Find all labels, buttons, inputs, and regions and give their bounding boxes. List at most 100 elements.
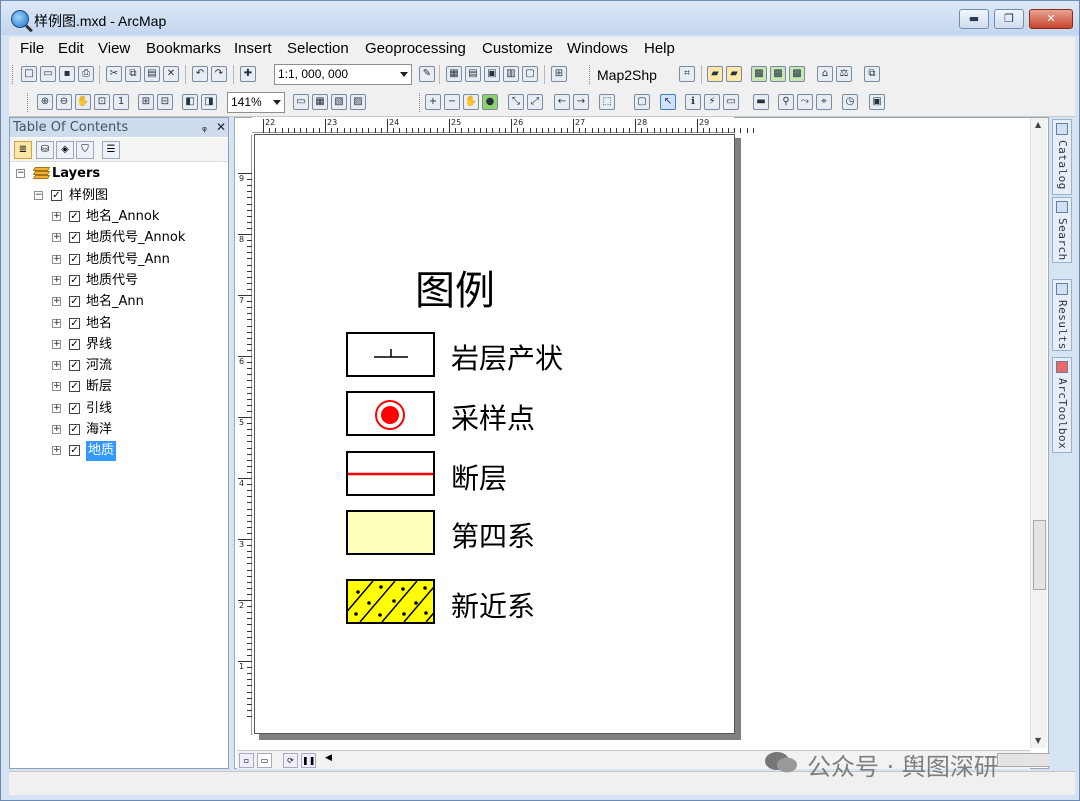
layer-checkbox[interactable]: ✓ xyxy=(69,360,80,372)
fixed-zoom-in-icon[interactable]: ⊞ xyxy=(138,94,154,110)
layer-checkbox[interactable]: ✓ xyxy=(69,402,80,414)
redo-icon[interactable]: ↷ xyxy=(211,66,227,82)
pan-page-icon[interactable]: ✋ xyxy=(75,94,91,110)
identify-icon[interactable]: ℹ xyxy=(685,94,701,110)
expand-icon[interactable]: + xyxy=(52,233,61,243)
zoom-percent-combo[interactable]: 141% xyxy=(227,92,285,113)
clear-selection-icon[interactable]: ▢ xyxy=(634,94,650,110)
zoom-in-page-icon[interactable]: ⊕ xyxy=(37,94,53,110)
python-window-icon[interactable]: ▢ xyxy=(522,66,538,82)
layer-checkbox[interactable]: ✓ xyxy=(69,317,80,329)
select-features-icon[interactable]: ⬚ xyxy=(599,94,615,110)
data-view-button[interactable]: ▫ xyxy=(239,753,254,768)
menu-edit[interactable]: Edit xyxy=(58,40,84,57)
arctoolbox-icon[interactable]: ▥ xyxy=(503,66,519,82)
pan-icon[interactable]: ✋ xyxy=(463,94,479,110)
layer-checkbox[interactable]: ✓ xyxy=(69,274,80,286)
menu-geoprocessing[interactable]: Geoprocessing xyxy=(365,40,466,57)
layer-checkbox[interactable]: ✓ xyxy=(69,253,80,265)
menu-bookmarks[interactable]: Bookmarks xyxy=(146,40,221,57)
fixed-zoom-out-map-icon[interactable]: ⤢ xyxy=(527,94,543,110)
layer-checkbox[interactable]: ✓ xyxy=(69,381,80,393)
expand-icon[interactable]: + xyxy=(52,425,61,434)
find-icon[interactable]: ⚲ xyxy=(778,94,794,110)
expand-icon[interactable]: + xyxy=(52,318,61,328)
delete-icon[interactable]: ✕ xyxy=(163,66,179,82)
menu-windows[interactable]: Windows xyxy=(567,40,628,57)
copy-icon[interactable]: ⧉ xyxy=(125,66,141,82)
vertical-scrollbar[interactable]: ▲ ▼ xyxy=(1030,118,1047,748)
zoom-out-page-icon[interactable]: ⊖ xyxy=(56,94,72,110)
data-driven-pages-icon[interactable]: ▨ xyxy=(350,94,366,110)
layer-checkbox[interactable]: ✓ xyxy=(69,296,80,308)
back-extent-icon[interactable]: ◧ xyxy=(182,94,198,110)
measure-icon[interactable]: ▬ xyxy=(753,94,769,110)
menu-view[interactable]: View xyxy=(98,40,130,57)
go-to-xy-icon[interactable]: ⌖ xyxy=(816,94,832,110)
scroll-left-icon[interactable]: ◀ xyxy=(325,753,332,763)
collapse-icon[interactable]: − xyxy=(34,191,43,200)
hyperlink-icon[interactable]: ⚡ xyxy=(704,94,720,110)
collapse-icon[interactable]: − xyxy=(16,169,25,178)
time-slider-icon[interactable]: ◷ xyxy=(842,94,858,110)
cut-icon[interactable]: ✂ xyxy=(106,66,122,82)
layout-view-button[interactable]: ▭ xyxy=(257,753,272,768)
expand-icon[interactable]: + xyxy=(52,254,61,264)
change-layout-icon[interactable]: ▧ xyxy=(331,94,347,110)
new-document-icon[interactable]: □ xyxy=(21,66,37,82)
list-by-source-icon[interactable]: ⛁ xyxy=(36,141,54,159)
menu-customize[interactable]: Customize xyxy=(482,40,553,57)
expand-icon[interactable]: + xyxy=(52,403,61,413)
pause-drawing-icon[interactable]: ❚❚ xyxy=(301,753,316,768)
list-by-visibility-icon[interactable]: ◈ xyxy=(56,141,74,159)
extra-tool-icon[interactable]: ⧉ xyxy=(864,66,880,82)
refresh-view-icon[interactable]: ⟳ xyxy=(283,753,298,768)
table-of-contents-icon[interactable]: ▦ xyxy=(446,66,462,82)
find-route-icon[interactable]: ⤳ xyxy=(797,94,813,110)
list-by-drawing-order-icon[interactable]: ≣ xyxy=(14,141,32,159)
folder-remove-icon[interactable]: ▰ xyxy=(726,66,742,82)
layer-checkbox[interactable]: ✓ xyxy=(69,211,80,222)
expand-icon[interactable]: + xyxy=(52,297,61,307)
select-elements-icon[interactable]: ↖ xyxy=(660,94,676,110)
menu-file[interactable]: File xyxy=(20,40,44,57)
full-extent-icon[interactable]: ● xyxy=(482,94,498,110)
layer-export-icon[interactable]: ▩ xyxy=(789,66,805,82)
map2shp-menu[interactable]: Map2Shp xyxy=(597,67,657,83)
editor-toolbar-icon[interactable]: ✎ xyxy=(419,66,435,82)
catalog-window-icon[interactable]: ▤ xyxy=(465,66,481,82)
dataframe-checkbox[interactable]: ✓ xyxy=(51,190,62,201)
search-window-icon[interactable]: ▣ xyxy=(484,66,500,82)
viewer-icon[interactable]: ▣ xyxy=(869,94,885,110)
catalog-tab[interactable]: Catalog xyxy=(1052,119,1072,195)
layer-checkbox[interactable]: ✓ xyxy=(69,445,80,457)
scroll-down-icon[interactable]: ▼ xyxy=(1035,736,1041,745)
zoom-out-icon[interactable]: − xyxy=(444,94,460,110)
expand-icon[interactable]: + xyxy=(52,446,61,456)
layer-checkbox[interactable]: ✓ xyxy=(69,338,80,350)
scroll-up-icon[interactable]: ▲ xyxy=(1035,120,1041,129)
results-tab[interactable]: Results xyxy=(1052,279,1072,351)
expand-icon[interactable]: + xyxy=(52,382,61,392)
menu-insert[interactable]: Insert xyxy=(234,40,272,57)
map-scale-combo[interactable]: 1:1, 000, 000 xyxy=(274,64,412,85)
zoom-whole-page-icon[interactable]: ⊡ xyxy=(94,94,110,110)
expand-icon[interactable]: + xyxy=(52,275,61,285)
minimize-button[interactable]: ▬ xyxy=(959,9,989,29)
toggle-draft-icon[interactable]: ▭ xyxy=(293,94,309,110)
zoom-in-icon[interactable]: + xyxy=(425,94,441,110)
map-tool-icon[interactable]: ⌂ xyxy=(817,66,833,82)
pin-icon[interactable]: ᵩ xyxy=(202,118,207,137)
html-popup-icon[interactable]: ▭ xyxy=(723,94,739,110)
menu-help[interactable]: Help xyxy=(644,40,675,57)
close-button[interactable]: ✕ xyxy=(1029,9,1073,29)
focus-data-frame-icon[interactable]: ▦ xyxy=(312,94,328,110)
expand-icon[interactable]: + xyxy=(52,361,61,371)
print-icon[interactable]: ⎙ xyxy=(78,66,94,82)
fixed-zoom-out-icon[interactable]: ⊟ xyxy=(157,94,173,110)
model-builder-icon[interactable]: ⊞ xyxy=(551,66,567,82)
measure-tool-icon[interactable]: ⚖ xyxy=(836,66,852,82)
toc-close-icon[interactable]: ✕ xyxy=(216,118,226,137)
arctoolbox-tab[interactable]: ArcToolbox xyxy=(1052,357,1072,453)
undo-icon[interactable]: ↶ xyxy=(192,66,208,82)
